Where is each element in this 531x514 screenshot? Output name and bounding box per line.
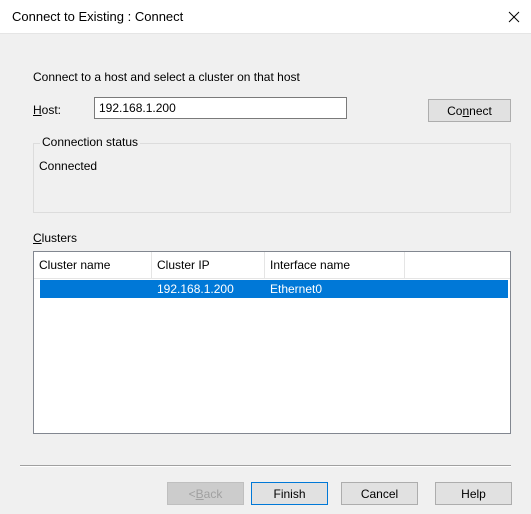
- connect-label-post: nect: [469, 103, 492, 118]
- column-header-interface-name[interactable]: Interface name: [265, 252, 405, 278]
- connection-status-legend: Connection status: [40, 135, 141, 149]
- connect-label-pre: Co: [447, 103, 463, 118]
- intro-text: Connect to a host and select a cluster o…: [33, 70, 300, 84]
- column-header-cluster-name[interactable]: Cluster name: [34, 252, 152, 278]
- connection-status-value: Connected: [39, 159, 98, 173]
- clusters-label-rest: lusters: [41, 231, 78, 245]
- finish-button[interactable]: Finish: [251, 482, 328, 505]
- cluster-row[interactable]: 192.168.1.200 Ethernet0: [40, 280, 508, 298]
- clusters-list[interactable]: Cluster name Cluster IP Interface name 1…: [33, 251, 511, 434]
- host-label: Host:: [33, 103, 61, 117]
- host-label-accesskey: H: [33, 103, 42, 117]
- back-label-accesskey: B: [195, 486, 204, 501]
- window-title: Connect to Existing : Connect: [12, 9, 184, 24]
- clusters-label-accesskey: C: [33, 231, 42, 245]
- footer-separator: [20, 465, 511, 467]
- cancel-button[interactable]: Cancel: [341, 482, 418, 505]
- cluster-name-cell: [34, 280, 157, 298]
- clusters-label: Clusters: [33, 231, 77, 245]
- connection-status-group: [33, 143, 511, 213]
- cluster-ip-cell: 192.168.1.200: [157, 282, 234, 296]
- title-bar: Connect to Existing : Connect: [0, 0, 531, 34]
- close-button[interactable]: [497, 0, 531, 33]
- close-icon: [508, 11, 520, 22]
- back-button[interactable]: < Back: [167, 482, 244, 505]
- clusters-list-header: Cluster name Cluster IP Interface name: [34, 252, 510, 279]
- interface-name-cell: Ethernet0: [270, 282, 323, 296]
- host-label-rest: ost:: [41, 103, 62, 117]
- column-header-cluster-ip[interactable]: Cluster IP: [152, 252, 265, 278]
- back-label-pre: <: [188, 486, 196, 501]
- connect-button[interactable]: Co n nect: [428, 99, 511, 122]
- connect-label-accesskey: n: [462, 103, 470, 118]
- back-label-post: ack: [203, 486, 223, 501]
- help-button[interactable]: Help: [435, 482, 512, 505]
- host-input[interactable]: 192.168.1.200: [94, 97, 347, 119]
